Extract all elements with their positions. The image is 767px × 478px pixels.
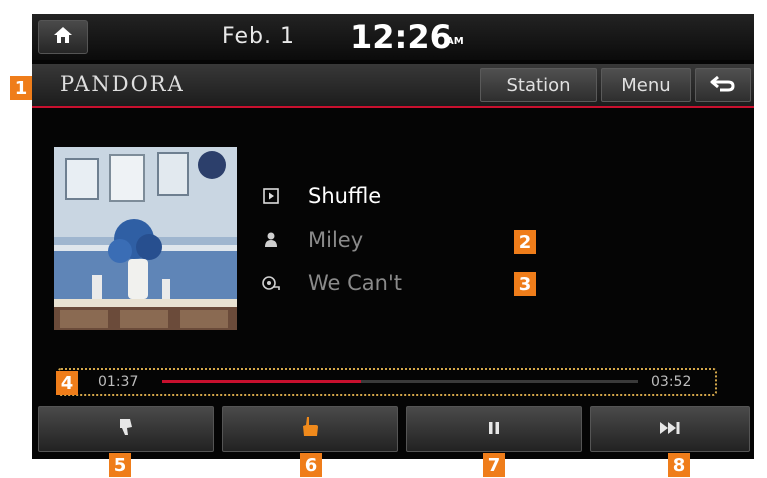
callout-8: 8	[668, 453, 690, 477]
back-button[interactable]	[695, 68, 751, 102]
thumbs-up-button[interactable]	[222, 406, 398, 452]
callout-6: 6	[300, 453, 322, 477]
artist-name: Miley	[308, 228, 364, 252]
status-bar: Feb. 1 12:26 AM	[32, 14, 754, 60]
callout-7: 7	[483, 453, 505, 477]
home-icon	[53, 26, 73, 48]
thumbs-down-icon	[117, 417, 135, 441]
clock-time: 12:26	[350, 18, 452, 56]
callout-4: 4	[56, 371, 78, 395]
progress-fill	[162, 380, 361, 383]
song-title-icon	[262, 274, 280, 292]
pause-icon	[488, 420, 500, 439]
callout-2: 2	[514, 230, 536, 254]
back-arrow-icon	[710, 74, 736, 97]
pause-button[interactable]	[406, 406, 582, 452]
station-row: Shuffle	[262, 184, 381, 208]
clock-ampm: AM	[446, 36, 464, 47]
pandora-logo: PANDORA	[60, 72, 185, 96]
artist-icon	[262, 231, 280, 249]
head-unit-screen: Feb. 1 12:26 AM PANDORA Station Menu Shu…	[32, 14, 754, 459]
station-icon	[262, 187, 280, 205]
artist-row: Miley	[262, 228, 363, 252]
station-button[interactable]: Station	[480, 68, 597, 102]
album-art	[54, 147, 237, 330]
total-time: 03:52	[651, 374, 692, 390]
callout-1: 1	[10, 76, 32, 100]
song-row: We Can't	[262, 271, 402, 295]
home-button[interactable]	[38, 20, 88, 54]
skip-next-button[interactable]	[590, 406, 750, 452]
song-title: We Can't	[308, 271, 402, 295]
callout-3: 3	[514, 272, 536, 296]
menu-button[interactable]: Menu	[601, 68, 691, 102]
date-label: Feb. 1	[222, 24, 295, 49]
thumbs-down-button[interactable]	[38, 406, 214, 452]
skip-next-icon	[659, 420, 681, 439]
callout-5: 5	[109, 453, 131, 477]
elapsed-time: 01:37	[98, 374, 139, 390]
thumbs-up-icon	[300, 416, 320, 442]
progress-bar[interactable]	[162, 380, 638, 383]
station-name: Shuffle	[308, 184, 382, 208]
pandora-header: PANDORA Station Menu	[32, 64, 754, 108]
